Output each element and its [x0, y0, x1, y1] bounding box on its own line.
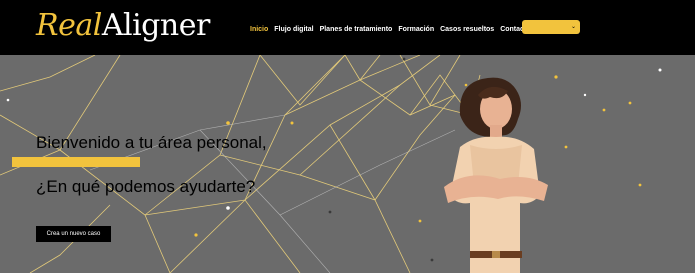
nav-item-casos[interactable]: Casos resueltos	[440, 26, 494, 33]
nav-item-flujo-digital[interactable]: Flujo digital	[274, 26, 313, 33]
new-case-button[interactable]: Crea un nuevo caso	[36, 226, 111, 242]
brand-name-part2: Aligner	[101, 8, 210, 43]
nav-item-formacion[interactable]: Formación	[398, 26, 434, 33]
main-nav: Inicio Flujo digital Planes de tratamien…	[250, 20, 580, 36]
hero-banner: Bienvenido a tu área personal, ¿En qué p…	[0, 55, 695, 273]
nav-item-inicio[interactable]: Inicio	[250, 26, 268, 33]
brand-logo[interactable]: RealAligner	[36, 8, 210, 44]
chevron-down-icon: ⌄	[570, 23, 576, 30]
site-header: RealAligner Inicio Flujo digital Planes …	[0, 0, 695, 55]
woman-photo	[444, 77, 548, 273]
nav-item-planes[interactable]: Planes de tratamiento	[320, 26, 393, 33]
nav-dropdown-select[interactable]: ⌄	[522, 20, 580, 34]
hero-subtitle: ¿En qué podemos ayudarte?	[36, 177, 256, 196]
hero-title: Bienvenido a tu área personal,	[36, 133, 267, 152]
brand-name-part1: Real	[36, 8, 102, 43]
accent-bar	[12, 157, 140, 167]
